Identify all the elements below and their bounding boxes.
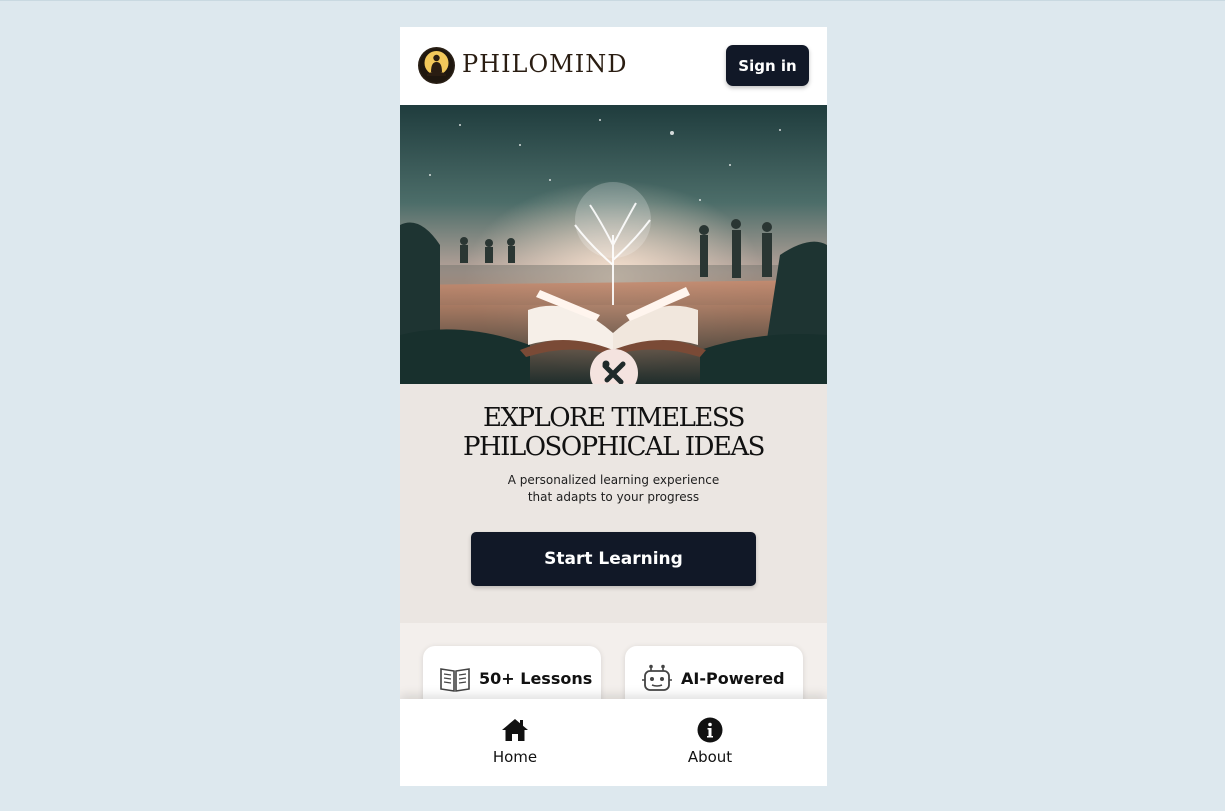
- headline-line-2: PHILOSOPHICAL IDEAS: [463, 432, 765, 462]
- features-section: 50+ Lessons AI-Powered: [400, 623, 827, 726]
- app-header: PHILOMIND Sign in: [400, 27, 827, 105]
- headline: EXPLORE TIMELESS PHILOSOPHICAL IDEAS: [400, 404, 827, 462]
- home-icon: [502, 719, 528, 741]
- brand-name: PHILOMIND: [462, 50, 628, 78]
- nav-label-home: Home: [492, 748, 538, 766]
- subheadline-line-2: that adapts to your progress: [527, 490, 700, 504]
- nav-item-home[interactable]: Home: [455, 717, 575, 766]
- subheadline: A personalized learning experience that …: [400, 472, 827, 506]
- robot-icon: [642, 664, 672, 691]
- feature-label-lessons: 50+ Lessons: [479, 669, 593, 688]
- window-top-border: [0, 0, 1225, 1]
- bottom-navigation: Home About: [400, 699, 827, 786]
- start-learning-button[interactable]: Start Learning: [471, 532, 756, 586]
- subheadline-line-1: A personalized learning experience: [507, 473, 720, 487]
- headline-line-1: EXPLORE TIMELESS: [482, 403, 746, 433]
- open-book-tree-hero-image: [400, 105, 827, 384]
- meditating-figure-icon: [418, 47, 455, 84]
- intro-section: EXPLORE TIMELESS PHILOSOPHICAL IDEAS A p…: [400, 384, 827, 623]
- feature-label-ai: AI-Powered: [681, 669, 785, 688]
- mobile-app-frame: PHILOMIND Sign in EXPLORE TIMELESS PHILO…: [400, 27, 827, 786]
- book-icon: [440, 668, 470, 692]
- info-icon: [697, 717, 723, 743]
- sign-in-button[interactable]: Sign in: [726, 45, 809, 86]
- nav-label-about: About: [687, 748, 733, 766]
- nav-item-about[interactable]: About: [650, 717, 770, 766]
